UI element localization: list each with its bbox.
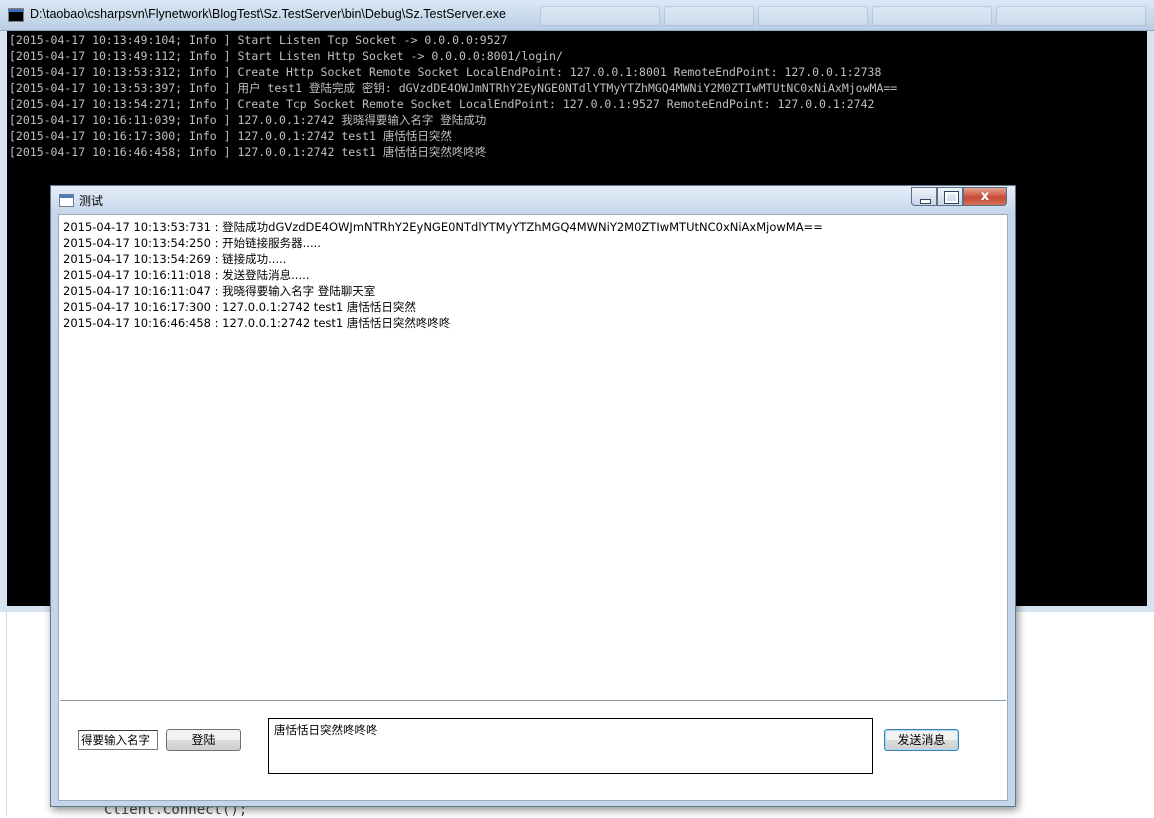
editor-gutter bbox=[0, 612, 7, 816]
log-line: 2015-04-17 10:13:54:250 : 开始链接服务器..... bbox=[63, 236, 321, 250]
minimize-button[interactable] bbox=[911, 187, 937, 206]
chat-log[interactable]: 2015-04-17 10:13:53:731 : 登陆成功dGVzdDE4OW… bbox=[60, 216, 1006, 701]
background-tab bbox=[996, 6, 1146, 26]
background-tabs bbox=[540, 6, 1150, 26]
test-dialog: 测试 x 2015-04-17 10:13:53:731 : 登陆成功dGVzd… bbox=[50, 185, 1016, 807]
console-app-icon bbox=[8, 8, 24, 22]
dialog-title: 测试 bbox=[79, 194, 104, 208]
background-tab bbox=[758, 6, 868, 26]
window-icon bbox=[59, 194, 74, 207]
log-line: 2015-04-17 10:16:11:018 : 发送登陆消息..... bbox=[63, 268, 310, 282]
log-line: 2015-04-17 10:13:53:731 : 登陆成功dGVzdDE4OW… bbox=[63, 220, 823, 234]
log-line: 2015-04-17 10:16:46:458 : 127.0.0.1:2742… bbox=[63, 316, 451, 330]
console-line: [2015-04-17 10:13:49:104; Info ] Start L… bbox=[9, 33, 508, 47]
console-line: [2015-04-17 10:16:46:458; Info ] 127.0.0… bbox=[9, 145, 487, 159]
console-line: [2015-04-17 10:13:53:312; Info ] Create … bbox=[9, 65, 882, 79]
send-message-button[interactable]: 发送消息 bbox=[884, 729, 959, 751]
close-button[interactable]: x bbox=[963, 187, 1007, 206]
dialog-titlebar[interactable]: 测试 x bbox=[51, 186, 1015, 214]
close-icon: x bbox=[980, 189, 990, 204]
console-titlebar[interactable]: D:\taobao\csharpsvn\Flynetwork\BlogTest\… bbox=[0, 0, 1154, 31]
console-line: [2015-04-17 10:16:11:039; Info ] 127.0.0… bbox=[9, 113, 487, 127]
console-line: [2015-04-17 10:13:49:112; Info ] Start L… bbox=[9, 49, 563, 63]
console-line: [2015-04-17 10:13:53:397; Info ] 用户 test… bbox=[9, 81, 898, 95]
log-line: 2015-04-17 10:13:54:269 : 链接成功..... bbox=[63, 252, 287, 266]
console-line: [2015-04-17 10:13:54:271; Info ] Create … bbox=[9, 97, 875, 111]
name-input[interactable]: 得要输入名字 bbox=[78, 730, 158, 750]
message-input[interactable]: 唐恬恬日突然咚咚咚 bbox=[268, 718, 873, 774]
console-title: D:\taobao\csharpsvn\Flynetwork\BlogTest\… bbox=[30, 7, 506, 21]
background-tab bbox=[540, 6, 660, 26]
background-tab bbox=[664, 6, 754, 26]
dialog-client-area: 2015-04-17 10:13:53:731 : 登陆成功dGVzdDE4OW… bbox=[58, 214, 1008, 801]
maximize-button[interactable] bbox=[937, 187, 963, 206]
log-line: 2015-04-17 10:16:17:300 : 127.0.0.1:2742… bbox=[63, 300, 416, 314]
login-button[interactable]: 登陆 bbox=[166, 729, 241, 751]
log-line: 2015-04-17 10:16:11:047 : 我晓得要输入名字 登陆聊天室 bbox=[63, 284, 376, 298]
console-line: [2015-04-17 10:16:17:300; Info ] 127.0.0… bbox=[9, 129, 452, 143]
caption-buttons: x bbox=[911, 187, 1007, 206]
background-tab bbox=[872, 6, 992, 26]
